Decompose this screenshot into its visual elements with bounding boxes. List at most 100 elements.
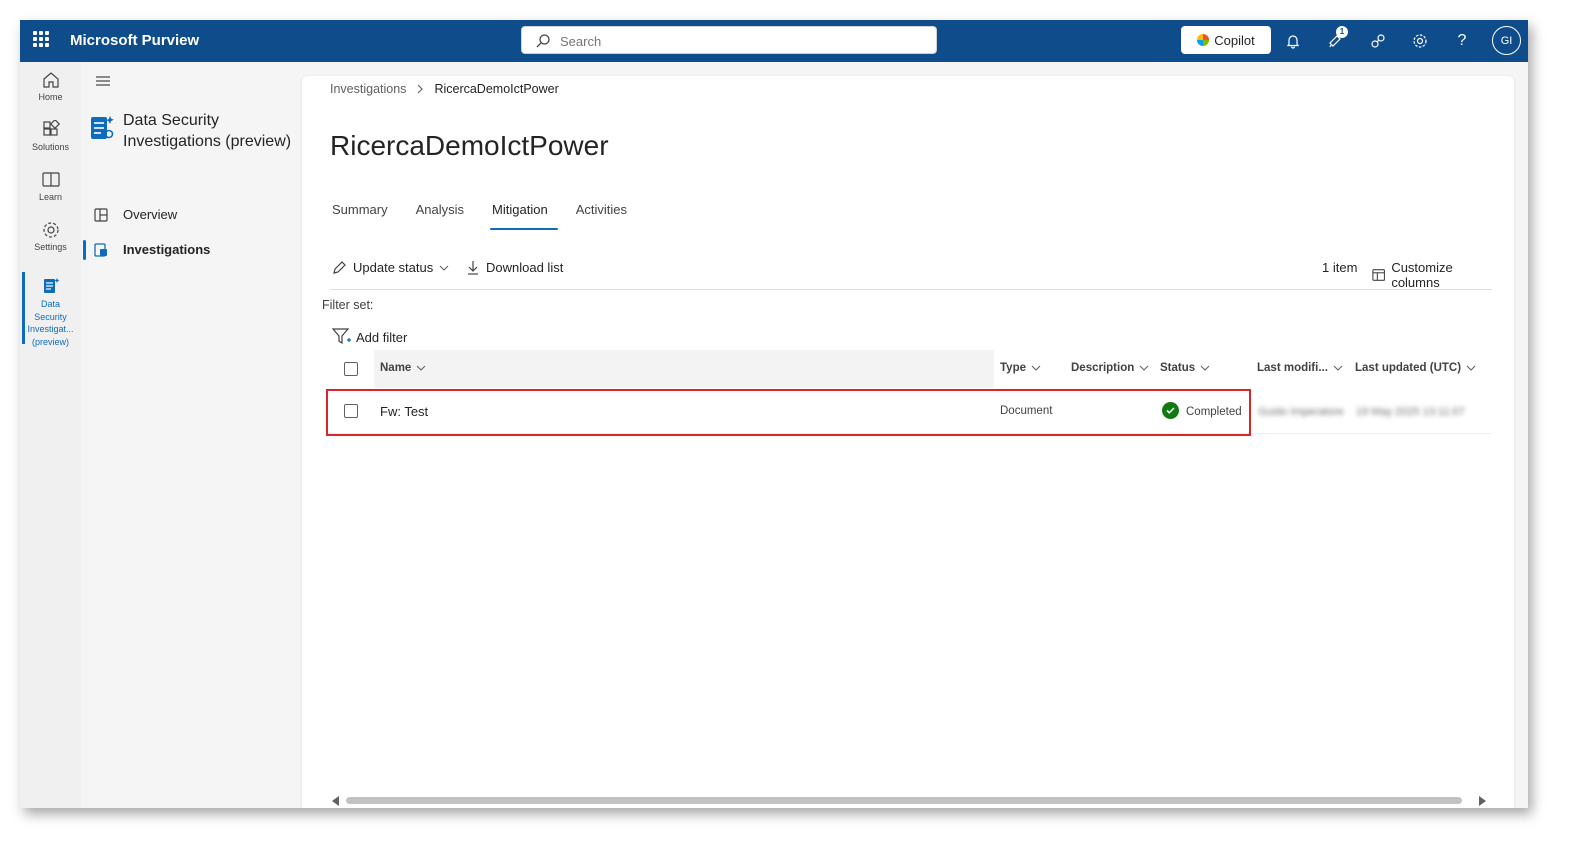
- help-button[interactable]: ?: [1451, 30, 1473, 52]
- search-icon: [536, 34, 550, 48]
- nav-active-indicator: [83, 240, 86, 260]
- tab-summary[interactable]: Summary: [330, 202, 402, 230]
- connections-button[interactable]: [1367, 30, 1389, 52]
- copilot-label: Copilot: [1214, 32, 1255, 48]
- name-column-header-bg: [374, 350, 994, 388]
- select-all-checkbox[interactable]: [344, 362, 358, 376]
- main-content: Investigations RicercaDemoIctPower Ricer…: [302, 76, 1514, 808]
- column-header-status[interactable]: Status: [1160, 362, 1210, 374]
- chevron-down-icon: [1466, 365, 1476, 371]
- breadcrumb-current: RicercaDemoIctPower: [434, 82, 559, 96]
- notifications-button[interactable]: [1282, 30, 1304, 52]
- data-security-icon: [91, 116, 114, 139]
- update-status-button[interactable]: Update status: [332, 260, 449, 275]
- item-count: 1 item: [1322, 260, 1357, 275]
- chevron-down-icon: [439, 265, 449, 271]
- settings-button[interactable]: [1409, 30, 1431, 52]
- column-name-label: Name: [380, 362, 412, 374]
- column-header-last-modified[interactable]: Last modifi...: [1257, 362, 1343, 374]
- rail-label-home: Home: [38, 92, 63, 102]
- pencil-icon: [333, 261, 346, 274]
- rail-label-ds-4: (preview): [31, 336, 69, 347]
- app-title[interactable]: Microsoft Purview: [70, 32, 199, 49]
- scroll-left-icon[interactable]: [332, 796, 340, 806]
- tab-list: Summary Analysis Mitigation Activities: [330, 202, 653, 230]
- notification-badge: 1: [1336, 26, 1348, 38]
- home-icon: [42, 72, 59, 88]
- hamburger-icon[interactable]: [95, 74, 111, 88]
- tab-mitigation[interactable]: Mitigation: [490, 202, 562, 230]
- download-list-button[interactable]: Download list: [466, 260, 563, 275]
- rail-label-learn: Learn: [38, 192, 63, 202]
- add-filter-label: Add filter: [356, 329, 408, 345]
- copilot-icon: [1197, 34, 1210, 46]
- rail-label-settings: Settings: [34, 242, 67, 252]
- customize-columns-label: Customize columns: [1391, 260, 1453, 290]
- overview-icon: [94, 208, 108, 222]
- column-last-updated-label: Last updated (UTC): [1355, 362, 1462, 374]
- rail-item-solutions[interactable]: Solutions: [20, 120, 81, 152]
- rail-item-learn[interactable]: Learn: [20, 170, 81, 202]
- nav-label-investigations: Investigations: [123, 242, 211, 257]
- app-launcher-icon[interactable]: [33, 31, 49, 47]
- row-last-updated: 19 May 2025 13:11:07: [1356, 406, 1465, 418]
- solutions-icon: [42, 120, 60, 136]
- chevron-down-icon: [416, 365, 426, 371]
- rail-item-settings[interactable]: Settings: [20, 220, 81, 252]
- add-filter-button[interactable]: Add filter: [332, 328, 407, 346]
- nav-pane: Data Security Investigations (preview) O…: [81, 62, 301, 808]
- help-icon: ?: [1457, 32, 1467, 49]
- chevron-down-icon: [1333, 365, 1343, 371]
- chevron-down-icon: [1200, 365, 1210, 371]
- tab-analysis[interactable]: Analysis: [414, 202, 478, 230]
- column-header-name[interactable]: Name: [380, 362, 426, 374]
- nav-item-overview[interactable]: Overview: [81, 201, 301, 229]
- bell-icon: [1286, 35, 1300, 49]
- breadcrumb-investigations[interactable]: Investigations: [330, 82, 406, 96]
- table-header: Name Type Description Status Last modifi…: [324, 350, 1492, 388]
- column-header-description[interactable]: Description: [1071, 362, 1149, 374]
- row-highlight-box: [326, 389, 1251, 436]
- nav-item-investigations[interactable]: Investigations: [81, 236, 301, 264]
- book-icon: [41, 172, 60, 187]
- search-input[interactable]: [560, 30, 920, 52]
- rail-label-solutions: Solutions: [31, 142, 70, 152]
- rail-item-home[interactable]: Home: [20, 70, 81, 102]
- gear-icon: [1413, 34, 1427, 48]
- rail-label-ds-2: Security: [34, 311, 67, 322]
- download-list-label: Download list: [486, 260, 564, 275]
- gear-icon: [42, 222, 59, 238]
- avatar[interactable]: GI: [1492, 26, 1521, 55]
- columns-icon: [1372, 269, 1385, 281]
- investigations-icon: [94, 243, 107, 257]
- page-title: RicercaDemoIctPower: [330, 130, 609, 161]
- copilot-button[interactable]: Copilot: [1181, 26, 1271, 54]
- rail-label-ds-1: Data: [40, 299, 60, 309]
- column-header-type[interactable]: Type: [1000, 362, 1041, 374]
- command-bar: Update status Download list 1 item Custo…: [330, 258, 1492, 290]
- column-last-modified-label: Last modifi...: [1257, 362, 1328, 374]
- chevron-down-icon: [1139, 365, 1149, 371]
- top-bar: Microsoft Purview Copilot 1 ? GI: [20, 20, 1528, 62]
- app-window: Microsoft Purview Copilot 1 ? GI: [20, 20, 1528, 808]
- left-rail: Home Solutions Learn Settings Data Secur…: [20, 62, 81, 808]
- scroll-right-icon[interactable]: [1478, 796, 1486, 806]
- customize-columns-button[interactable]: Customize columns: [1372, 260, 1492, 290]
- scrollbar-thumb[interactable]: [346, 797, 1462, 804]
- column-type-label: Type: [1000, 362, 1026, 374]
- download-icon: [468, 261, 478, 275]
- filter-set-label: Filter set:: [322, 298, 374, 312]
- chevron-down-icon: [1031, 365, 1041, 371]
- chevron-right-icon: [418, 84, 424, 94]
- search-box[interactable]: [521, 26, 937, 54]
- tab-activities[interactable]: Activities: [574, 202, 641, 230]
- horizontal-scrollbar[interactable]: [332, 794, 1490, 806]
- item-count-label: 1 item: [1322, 260, 1358, 275]
- row-last-modified: Guido Imperatore: [1258, 406, 1344, 418]
- rail-item-data-security[interactable]: Data Security Investigat... (preview): [20, 276, 81, 348]
- whats-new-button[interactable]: 1: [1324, 26, 1348, 52]
- column-header-last-updated[interactable]: Last updated (UTC): [1355, 362, 1476, 374]
- update-status-label: Update status: [353, 260, 434, 275]
- link-icon: [1371, 34, 1385, 48]
- filter-add-icon: [332, 328, 351, 345]
